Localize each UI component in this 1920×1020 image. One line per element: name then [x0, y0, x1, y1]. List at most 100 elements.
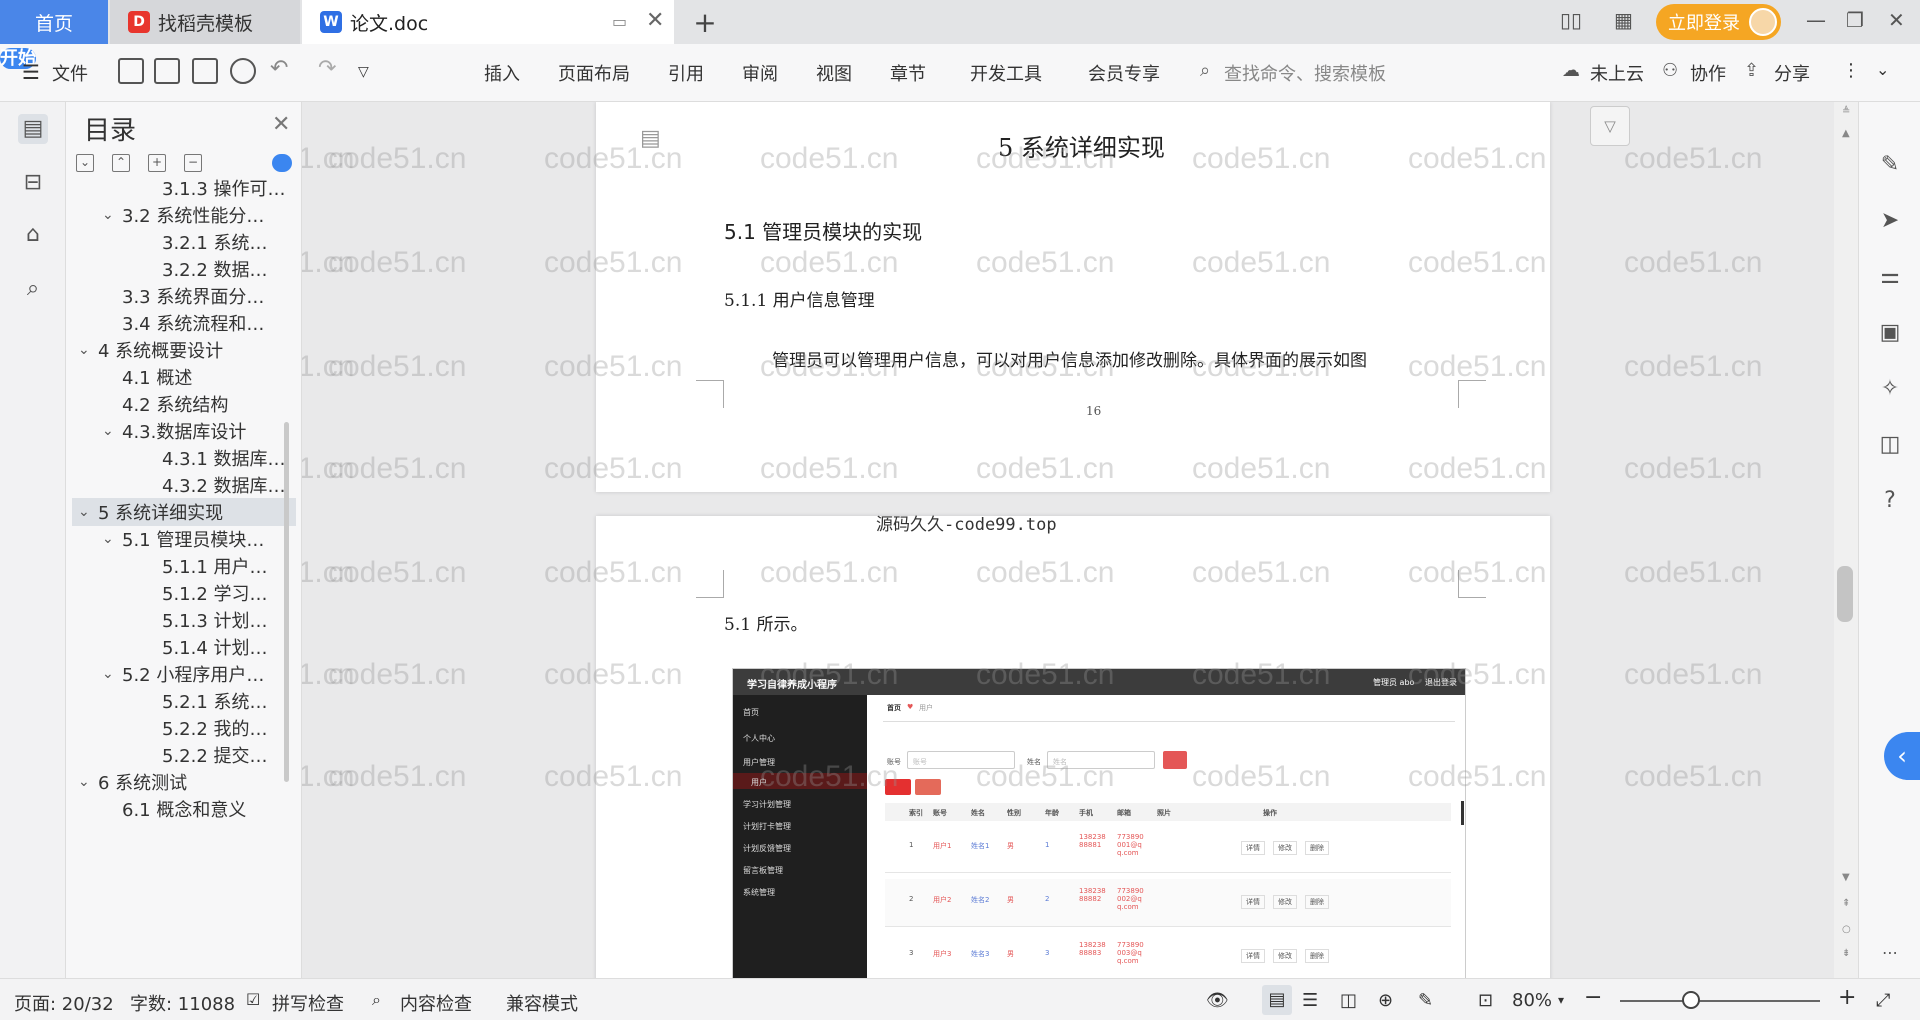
- image-tools-icon[interactable]: ▣: [1877, 320, 1903, 346]
- section-heading[interactable]: 5.1 管理员模块的实现: [724, 216, 922, 245]
- toc-item[interactable]: 3.1.3 操作可…: [72, 174, 296, 202]
- bookmark-icon[interactable]: ⌂: [18, 220, 48, 250]
- login-button[interactable]: 立即登录: [1656, 4, 1781, 40]
- pen-view-icon[interactable]: ✎: [1418, 990, 1433, 1011]
- menu-member[interactable]: 会员专享: [1088, 60, 1160, 86]
- add-tab-button[interactable]: +: [690, 0, 720, 44]
- hamburger-icon[interactable]: ☰: [22, 60, 40, 84]
- figure-screenshot[interactable]: 学习自律养成小程序 管理员 abo 退出登录 首页 个人中心 用户管理 用户 学习计划管…: [732, 668, 1466, 978]
- chevron-down-icon[interactable]: ⌄: [102, 531, 122, 547]
- toc-item[interactable]: ⌄ 4 系统概要设计: [72, 336, 296, 364]
- body-paragraph[interactable]: 管理员可以管理用户信息，可以对用户信息添加修改删除。具体界面的展示如图: [772, 346, 1367, 371]
- toc-item[interactable]: 5.1.3 计划…: [72, 606, 296, 634]
- zoom-dropdown-icon[interactable]: ▾: [1558, 993, 1564, 1007]
- toc-item[interactable]: 4.3.1 数据库…: [72, 444, 296, 472]
- toc-item[interactable]: 3.2.2 数据…: [72, 255, 296, 283]
- page-options-icon[interactable]: ▽: [1590, 106, 1630, 146]
- menu-developer[interactable]: 开发工具: [970, 60, 1042, 86]
- next-page-icon[interactable]: ⇟: [1842, 948, 1850, 959]
- toc-item[interactable]: 3.2.1 系统…: [72, 228, 296, 256]
- menu-view[interactable]: 视图: [816, 60, 852, 86]
- fullscreen-icon[interactable]: ⤢: [1876, 990, 1890, 1011]
- add-heading-icon[interactable]: +: [148, 154, 166, 172]
- toc-item[interactable]: 5.2.2 我的…: [72, 714, 296, 742]
- toc-scrollbar[interactable]: [284, 422, 289, 782]
- outline-view-icon[interactable]: ☰: [1302, 990, 1318, 1011]
- toc-item[interactable]: 4.1 概述: [72, 363, 296, 391]
- find-icon[interactable]: ⌕: [18, 274, 48, 304]
- print-preview-icon[interactable]: [230, 58, 256, 84]
- redo-icon[interactable]: ↷: [318, 56, 336, 81]
- close-icon[interactable]: ✕: [272, 112, 290, 137]
- toc-item[interactable]: ⌄ 5.2 小程序用户…: [72, 660, 296, 688]
- select-pointer-icon[interactable]: ➤: [1877, 208, 1903, 234]
- subsection-heading[interactable]: 5.1.1 用户信息管理: [724, 286, 875, 311]
- select-browse-icon[interactable]: ○: [1842, 924, 1851, 935]
- toc-item[interactable]: 5.1.2 学习…: [72, 579, 296, 607]
- toc-item[interactable]: 5.2.1 系统…: [72, 687, 296, 715]
- chevron-down-icon[interactable]: ⌄: [102, 423, 122, 439]
- collapse-all-icon[interactable]: ⌃: [112, 154, 130, 172]
- restore-icon[interactable]: ❐: [1846, 8, 1864, 32]
- menu-references[interactable]: 引用: [668, 60, 704, 86]
- scroll-thumb[interactable]: [1837, 566, 1853, 622]
- tab-document[interactable]: W 论文.doc ▭ ✕: [302, 0, 674, 44]
- navigation-pane-icon[interactable]: ⊟: [18, 168, 48, 198]
- page-indicator[interactable]: 页面: 20/32: [14, 990, 114, 1016]
- layout-icon[interactable]: ▯▯: [1560, 8, 1582, 32]
- toc-item[interactable]: 5.1.1 用户…: [72, 552, 296, 580]
- close-window-icon[interactable]: ✕: [1888, 8, 1905, 32]
- page-icon[interactable]: ▤: [640, 126, 661, 151]
- collapse-ribbon-icon[interactable]: ⌄: [1876, 60, 1889, 79]
- quick-access-dropdown-icon[interactable]: ▽: [358, 64, 369, 80]
- eye-protection-icon[interactable]: 👁: [1206, 990, 1229, 1011]
- expand-all-icon[interactable]: ⌄: [76, 154, 94, 172]
- ai-assistant-icon[interactable]: ✧: [1877, 376, 1903, 402]
- save-icon[interactable]: [118, 58, 144, 84]
- share-button[interactable]: 分享: [1774, 60, 1810, 86]
- more-tools-icon[interactable]: ⋯: [1877, 940, 1903, 966]
- chevron-down-icon[interactable]: ⌄: [78, 774, 98, 790]
- scroll-up-icon[interactable]: ▲: [1842, 128, 1850, 139]
- smart-toc-icon[interactable]: [272, 154, 292, 172]
- menu-review[interactable]: 审阅: [742, 60, 778, 86]
- chevron-down-icon[interactable]: ⌄: [102, 666, 122, 682]
- close-tab-icon[interactable]: ✕: [646, 8, 664, 33]
- monitor-icon[interactable]: ▭: [612, 12, 627, 31]
- toc-item[interactable]: 3.3 系统界面分…: [72, 282, 296, 310]
- search-command-input[interactable]: 查找命令、搜索模板: [1224, 60, 1386, 86]
- edit-pen-icon[interactable]: ✎: [1877, 152, 1903, 178]
- menu-chapter[interactable]: 章节: [890, 60, 926, 86]
- export-pdf-icon[interactable]: [154, 58, 180, 84]
- vertical-scrollbar[interactable]: ≜ ▲ ▼ ⇞ ○ ⇟: [1834, 102, 1858, 978]
- toc-item[interactable]: ⌄ 3.2 系统性能分…: [72, 201, 296, 229]
- scroll-down-icon[interactable]: ▼: [1842, 872, 1850, 883]
- zoom-out-icon[interactable]: −: [1584, 985, 1602, 1010]
- tab-templates[interactable]: D 找稻壳模板: [110, 0, 300, 44]
- body-paragraph[interactable]: 5.1 所示。: [724, 610, 807, 635]
- toc-item[interactable]: ⌄ 6 系统测试: [72, 768, 296, 796]
- file-menu[interactable]: 文件: [52, 60, 88, 86]
- zoom-in-icon[interactable]: +: [1838, 985, 1856, 1010]
- toc-item[interactable]: ⌄ 5.1 管理员模块…: [72, 525, 296, 553]
- minimize-icon[interactable]: —: [1806, 8, 1826, 32]
- fit-page-icon[interactable]: ⊡: [1478, 990, 1493, 1011]
- chevron-down-icon[interactable]: ⌄: [102, 207, 122, 223]
- tab-home[interactable]: 首页: [0, 0, 108, 44]
- undo-icon[interactable]: ↶: [270, 56, 288, 81]
- menu-page-layout[interactable]: 页面布局: [558, 60, 630, 86]
- remove-heading-icon[interactable]: −: [184, 154, 202, 172]
- more-icon[interactable]: ⋮: [1842, 60, 1860, 81]
- toc-item[interactable]: 3.4 系统流程和…: [72, 309, 296, 337]
- zoom-level[interactable]: 80%: [1512, 990, 1552, 1011]
- collaborate-button[interactable]: 协作: [1690, 60, 1726, 86]
- chevron-down-icon[interactable]: ⌄: [78, 342, 98, 358]
- chapter-heading[interactable]: 5 系统详细实现: [998, 128, 1165, 163]
- menu-insert[interactable]: 插入: [484, 60, 520, 86]
- content-check-button[interactable]: 内容检查: [400, 990, 472, 1016]
- toc-item[interactable]: 4.3.2 数据库…: [72, 471, 296, 499]
- cloud-status[interactable]: 未上云: [1590, 60, 1644, 86]
- help-icon[interactable]: ?: [1877, 488, 1903, 514]
- spell-check-button[interactable]: 拼写检查: [272, 990, 344, 1016]
- toc-item[interactable]: ⌄ 5 系统详细实现: [72, 498, 296, 526]
